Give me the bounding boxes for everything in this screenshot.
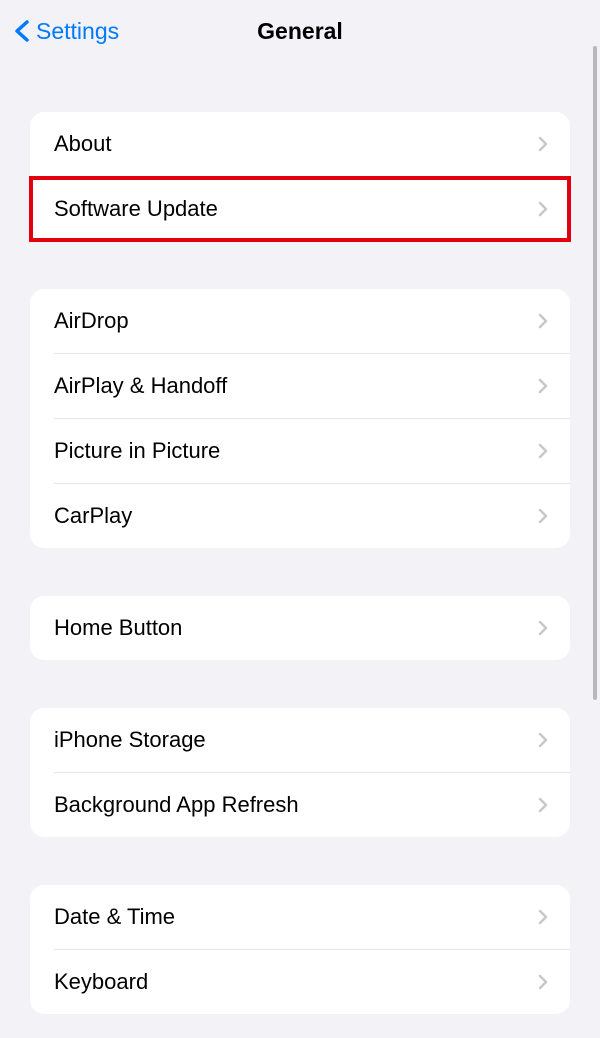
row-date-time[interactable]: Date & Time xyxy=(30,885,570,949)
settings-group: About Software Update xyxy=(30,112,570,241)
row-keyboard[interactable]: Keyboard xyxy=(30,950,570,1014)
row-label: AirDrop xyxy=(54,308,538,334)
settings-group: Date & Time Keyboard xyxy=(30,885,570,1014)
row-iphone-storage[interactable]: iPhone Storage xyxy=(30,708,570,772)
chevron-right-icon xyxy=(538,378,548,394)
chevron-right-icon xyxy=(538,201,548,217)
row-label: Software Update xyxy=(54,196,538,222)
navigation-header: Settings General xyxy=(0,0,600,62)
row-carplay[interactable]: CarPlay xyxy=(30,484,570,548)
row-label: AirPlay & Handoff xyxy=(54,373,538,399)
chevron-right-icon xyxy=(538,974,548,990)
chevron-right-icon xyxy=(538,443,548,459)
row-label: CarPlay xyxy=(54,503,538,529)
row-picture-in-picture[interactable]: Picture in Picture xyxy=(30,419,570,483)
row-background-app-refresh[interactable]: Background App Refresh xyxy=(30,773,570,837)
row-label: Background App Refresh xyxy=(54,792,538,818)
row-label: Keyboard xyxy=(54,969,538,995)
row-label: About xyxy=(54,131,538,157)
chevron-left-icon xyxy=(14,20,30,42)
chevron-right-icon xyxy=(538,136,548,152)
row-software-update[interactable]: Software Update xyxy=(30,177,570,241)
row-label: Picture in Picture xyxy=(54,438,538,464)
back-label: Settings xyxy=(36,18,119,45)
row-about[interactable]: About xyxy=(30,112,570,176)
settings-group: Home Button xyxy=(30,596,570,660)
chevron-right-icon xyxy=(538,732,548,748)
row-home-button[interactable]: Home Button xyxy=(30,596,570,660)
chevron-right-icon xyxy=(538,909,548,925)
content-area: About Software Update AirDrop AirPlay & … xyxy=(0,62,600,1014)
page-title: General xyxy=(257,18,343,45)
chevron-right-icon xyxy=(538,797,548,813)
chevron-right-icon xyxy=(538,313,548,329)
row-label: Date & Time xyxy=(54,904,538,930)
chevron-right-icon xyxy=(538,620,548,636)
row-label: iPhone Storage xyxy=(54,727,538,753)
scrollbar[interactable] xyxy=(593,46,597,700)
back-button[interactable]: Settings xyxy=(14,18,119,45)
row-label: Home Button xyxy=(54,615,538,641)
settings-group: iPhone Storage Background App Refresh xyxy=(30,708,570,837)
row-airplay-handoff[interactable]: AirPlay & Handoff xyxy=(30,354,570,418)
row-airdrop[interactable]: AirDrop xyxy=(30,289,570,353)
settings-group: AirDrop AirPlay & Handoff Picture in Pic… xyxy=(30,289,570,548)
chevron-right-icon xyxy=(538,508,548,524)
